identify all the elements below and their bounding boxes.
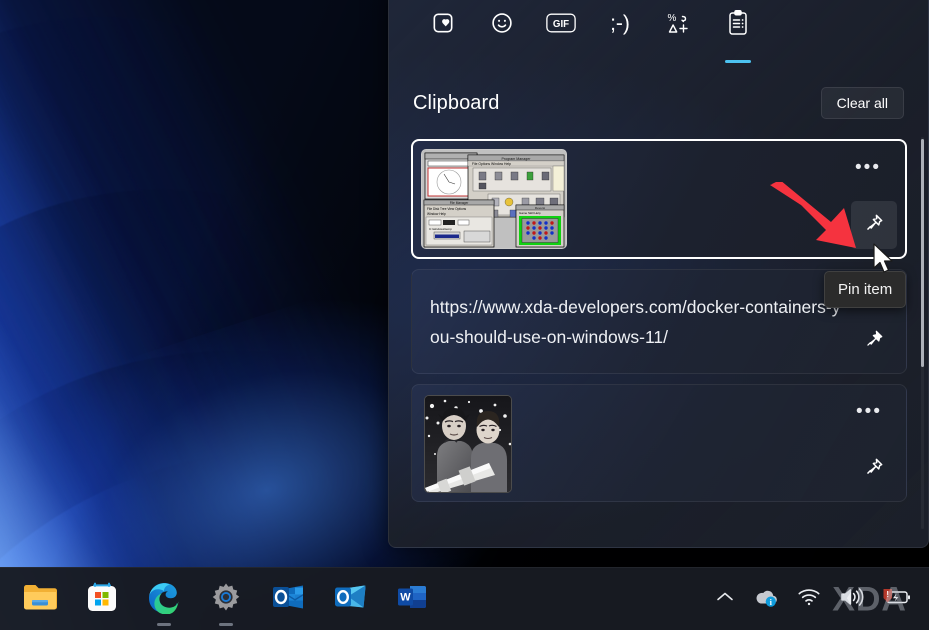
clipboard-item-text: https://www.xda-developers.com/docker-co… — [430, 292, 850, 352]
onedrive-tray-button[interactable]: i — [753, 587, 779, 612]
pin-icon — [863, 328, 885, 355]
recently-used-tab[interactable] — [413, 0, 472, 51]
item-more-options-button[interactable]: ••• — [855, 163, 881, 173]
onedrive-icon: i — [753, 587, 779, 612]
file-explorer-icon — [23, 582, 57, 617]
taskbar-item-file-explorer[interactable] — [18, 577, 62, 621]
pin-icon — [863, 212, 885, 239]
clipboard-item-list: Program Manager File Options Window Help — [389, 133, 928, 502]
word-icon: W — [397, 582, 427, 617]
svg-text:File Disk Tree View Option: File Disk Tree View Options — [427, 207, 466, 211]
taskbar-item-settings[interactable] — [204, 577, 248, 621]
svg-text:File Options Window Help: File Options Window Help — [472, 162, 511, 166]
svg-text:Window Help: Window Help — [427, 212, 446, 216]
taskbar-item-microsoft-edge[interactable] — [142, 577, 186, 621]
taskbar: W i — [0, 567, 929, 630]
clipboard-icon — [725, 9, 751, 42]
clear-all-button[interactable]: Clear all — [821, 87, 904, 119]
speaker-icon — [839, 586, 865, 613]
wifi-icon — [797, 587, 821, 612]
clipboard-tab[interactable] — [708, 0, 767, 51]
volume-tray-button[interactable] — [839, 586, 865, 613]
clipboard-header: Clipboard Clear all — [389, 73, 928, 133]
emoji-panel-tabs: GIF ;-) % — [389, 0, 928, 63]
item-more-options-button[interactable]: ••• — [856, 407, 882, 417]
battery-warning-icon: ! — [883, 586, 913, 613]
outlook-icon — [272, 582, 304, 617]
selected-tab-indicator — [725, 60, 751, 63]
taskbar-item-outlook-classic[interactable] — [266, 577, 310, 621]
svg-text:Game Skill Help: Game Skill Help — [519, 211, 541, 215]
svg-text:%: % — [667, 13, 676, 24]
svg-text:;-): ;-) — [610, 12, 630, 35]
photo-thumbnail — [424, 395, 512, 493]
emoji-tab[interactable] — [472, 0, 531, 51]
settings-gear-icon — [210, 581, 242, 618]
pin-item-button[interactable] — [854, 323, 894, 359]
clipboard-item-photo[interactable]: ••• — [411, 384, 907, 502]
chevron-up-icon — [715, 590, 735, 609]
pin-icon — [863, 456, 885, 483]
battery-tray-button[interactable]: ! — [883, 586, 913, 613]
svg-text:Program Manager: Program Manager — [502, 157, 532, 161]
clipboard-item-screenshot[interactable]: Program Manager File Options Window Help — [411, 139, 907, 259]
kaomoji-tab[interactable]: ;-) — [590, 0, 649, 51]
active-app-indicator — [157, 623, 171, 627]
svg-text:!: ! — [886, 590, 889, 599]
svg-text:File Manager: File Manager — [450, 201, 470, 205]
gif-tab[interactable]: GIF — [531, 0, 590, 51]
taskbar-item-outlook-new[interactable] — [328, 577, 372, 621]
screenshot-thumbnail: Program Manager File Options Window Help — [421, 149, 567, 249]
system-tray: i — [715, 568, 923, 630]
network-tray-button[interactable] — [797, 587, 821, 612]
outlook-new-icon — [334, 582, 366, 617]
page-title: Clipboard — [413, 92, 500, 115]
pin-item-button[interactable] — [854, 451, 894, 487]
microsoft-edge-icon — [147, 580, 181, 619]
smiley-face-icon — [489, 10, 515, 41]
taskbar-item-word[interactable]: W — [390, 577, 434, 621]
taskbar-app-buttons: W — [18, 577, 434, 621]
svg-text:Reversi: Reversi — [535, 206, 546, 210]
kaomoji-icon: ;-) — [603, 9, 637, 42]
gif-icon: GIF — [546, 12, 576, 39]
svg-text:GIF: GIF — [552, 18, 568, 29]
pin-item-tooltip: Pin item — [824, 271, 906, 308]
svg-text:C:\windows\temp: C:\windows\temp — [429, 227, 452, 231]
symbols-icon: % — [665, 9, 693, 42]
scrollbar-thumb[interactable] — [921, 139, 924, 367]
svg-text:W: W — [400, 591, 411, 603]
taskbar-item-microsoft-store[interactable] — [80, 577, 124, 621]
show-hidden-icons-button[interactable] — [715, 590, 735, 609]
microsoft-store-icon — [86, 581, 118, 618]
pin-item-button[interactable] — [851, 201, 897, 249]
symbols-tab[interactable]: % — [649, 0, 708, 51]
active-app-indicator — [219, 623, 233, 627]
heart-square-icon — [430, 10, 456, 41]
